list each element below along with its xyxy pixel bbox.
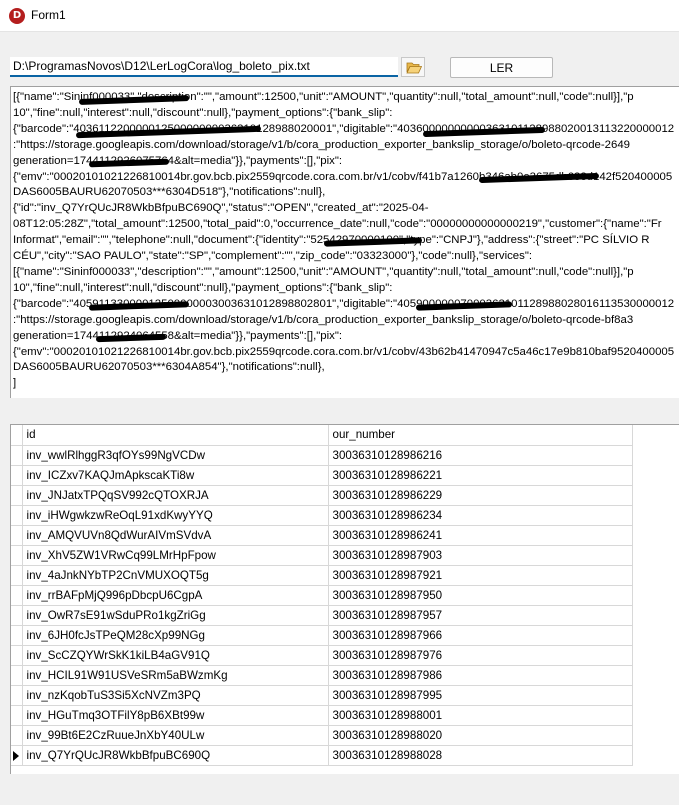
log-line: {"id":"inv_Q7YrQUcJR8WkbBfpuBC690Q","sta…: [13, 202, 429, 215]
cell-id[interactable]: inv_HCIL91W91USVeSRm5aBWzmKg: [22, 665, 329, 686]
form-window: D Form1 LER [{"name":"Sininf000033","des…: [0, 0, 679, 805]
cell-our-number[interactable]: 30036310128986234: [328, 505, 633, 526]
log-line: DAS6005BAURU62070503***6304A854"},"notif…: [13, 361, 325, 374]
file-path-input[interactable]: [10, 57, 398, 77]
read-button[interactable]: LER: [450, 57, 553, 78]
column-header-our-number[interactable]: our_number: [328, 425, 633, 446]
cell-id[interactable]: inv_6JH0fcJsTPeQM28cXp99NGg: [22, 625, 329, 646]
log-line: :"https://storage.googleapis.com/downloa…: [13, 138, 631, 151]
cell-our-number[interactable]: 30036310128986229: [328, 485, 633, 506]
cell-id[interactable]: inv_OwR7sE91wSduPRo1kgZriGg: [22, 605, 329, 626]
log-line: CÉU","city":"SAO PAULO","state":"SP","co…: [13, 250, 533, 263]
cell-id[interactable]: inv_HGuTmq3OTFilY8pB6XBt99w: [22, 705, 329, 726]
cell-our-number[interactable]: 30036310128988020: [328, 725, 633, 746]
column-header-id[interactable]: id: [22, 425, 329, 446]
cell-our-number[interactable]: 30036310128987995: [328, 685, 633, 706]
results-grid[interactable]: id our_number inv_wwlRlhggR3qfOYs99NgVCD…: [10, 424, 679, 774]
cell-our-number[interactable]: 30036310128987950: [328, 585, 633, 606]
table-row[interactable]: inv_Q7YrQUcJR8WkbBfpuBC690Q 3003631012898…: [11, 745, 633, 766]
table-row[interactable]: inv_6JH0fcJsTPeQM28cXp99NGg 3003631012898…: [11, 625, 633, 646]
row-indicator: [11, 645, 23, 666]
cell-id[interactable]: inv_JNJatxTPQqSV992cQTOXRJA: [22, 485, 329, 506]
log-memo[interactable]: [{"name":"Sininf000033","description":""…: [10, 86, 679, 398]
cell-our-number[interactable]: 30036310128987966: [328, 625, 633, 646]
log-line: 08T12:05:28Z","total_amount":12500,"tota…: [13, 218, 662, 231]
cell-our-number[interactable]: 30036310128988001: [328, 705, 633, 726]
cell-id[interactable]: inv_iHWgwkzwReOqL91xdKwyYYQ: [22, 505, 329, 526]
table-row[interactable]: inv_ICZxv7KAQJmApkscaKTi8w 30036310128986…: [11, 465, 633, 486]
table-row[interactable]: inv_wwlRlhggR3qfOYs99NgVCDw 3003631012898…: [11, 445, 633, 466]
bottom-panel: [0, 774, 679, 805]
table-row[interactable]: inv_iHWgwkzwReOqL91xdKwyYYQ 3003631012898…: [11, 505, 633, 526]
table-row[interactable]: inv_AMQVUVn8QdWurAIVmSVdvA 30036310128986…: [11, 525, 633, 546]
cell-id[interactable]: inv_AMQVUVn8QdWurAIVmSVdvA: [22, 525, 329, 546]
row-indicator: [11, 745, 23, 766]
row-indicator: [11, 705, 23, 726]
cell-our-number[interactable]: 30036310128987903: [328, 545, 633, 566]
cell-our-number[interactable]: 30036310128986221: [328, 465, 633, 486]
table-row[interactable]: inv_OwR7sE91wSduPRo1kgZriGg 3003631012898…: [11, 605, 633, 626]
table-row[interactable]: inv_nzKqobTuS3Si5XcNVZm3PQ 30036310128987…: [11, 685, 633, 706]
table-row[interactable]: inv_99Bt6E2CzRuueJnXbY40ULw 3003631012898…: [11, 725, 633, 746]
grid-header-row: id our_number: [11, 425, 633, 446]
cell-id[interactable]: inv_XhV5ZW1VRwCq99LMrHpFpow: [22, 545, 329, 566]
cell-our-number[interactable]: 30036310128987957: [328, 605, 633, 626]
row-indicator: [11, 485, 23, 506]
cell-id[interactable]: inv_nzKqobTuS3Si5XcNVZm3PQ: [22, 685, 329, 706]
log-line: DAS6005BAURU62070503***6304D518"},"notif…: [13, 186, 326, 199]
row-indicator: [11, 605, 23, 626]
results-table: id our_number inv_wwlRlhggR3qfOYs99NgVCD…: [11, 425, 633, 766]
log-line: 10","fine":null,"interest":null,"discoun…: [13, 281, 393, 294]
row-indicator: [11, 505, 23, 526]
row-indicator: [11, 565, 23, 586]
cell-id[interactable]: inv_Q7YrQUcJR8WkbBfpuBC690Q: [22, 745, 329, 766]
cell-id[interactable]: inv_rrBAFpMjQ996pDbcpU6CgpA: [22, 585, 329, 606]
log-line: ]: [13, 377, 17, 390]
cell-our-number[interactable]: 30036310128987986: [328, 665, 633, 686]
table-row[interactable]: inv_HCIL91W91USVeSRm5aBWzmKg 300363101289…: [11, 665, 633, 686]
cell-id[interactable]: inv_99Bt6E2CzRuueJnXbY40ULw: [22, 725, 329, 746]
table-row[interactable]: inv_HGuTmq3OTFilY8pB6XBt99w 3003631012898…: [11, 705, 633, 726]
table-row[interactable]: inv_JNJatxTPQqSV992cQTOXRJA 3003631012898…: [11, 485, 633, 506]
row-indicator: [11, 465, 23, 486]
cell-our-number[interactable]: 30036310128988028: [328, 745, 633, 766]
open-file-button[interactable]: [401, 57, 425, 77]
cell-our-number[interactable]: 30036310128987921: [328, 565, 633, 586]
current-row-arrow-icon: [13, 750, 19, 761]
row-indicator: [11, 665, 23, 686]
cell-id[interactable]: inv_ScCZQYWrSkK1kiLB4aGV91Q: [22, 645, 329, 666]
log-line: [{"name":"Sininf000033","description":""…: [13, 265, 634, 278]
cell-id[interactable]: inv_ICZxv7KAQJmApkscaKTi8w: [22, 465, 329, 486]
table-row[interactable]: inv_XhV5ZW1VRwCq99LMrHpFpow 3003631012898…: [11, 545, 633, 566]
cell-our-number[interactable]: 30036310128986241: [328, 525, 633, 546]
log-line: :"https://storage.googleapis.com/downloa…: [13, 313, 634, 326]
log-line: {"emv":"00020101021226810014br.gov.bcb.p…: [13, 345, 675, 358]
row-indicator: [11, 685, 23, 706]
folder-open-icon: [406, 62, 422, 74]
cell-our-number[interactable]: 30036310128986216: [328, 445, 633, 466]
window-title: Form1: [31, 8, 66, 22]
row-indicator-header: [11, 425, 23, 446]
cell-our-number[interactable]: 30036310128987976: [328, 645, 633, 666]
table-row[interactable]: inv_rrBAFpMjQ996pDbcpU6CgpA 3003631012898…: [11, 585, 633, 606]
row-indicator: [11, 545, 23, 566]
row-indicator: [11, 525, 23, 546]
splitter[interactable]: [0, 398, 679, 424]
table-row[interactable]: inv_4aJnkNYbTP2CnVMUXOQT5g 30036310128987…: [11, 565, 633, 586]
cell-id[interactable]: inv_wwlRlhggR3qfOYs99NgVCDw: [22, 445, 329, 466]
row-indicator: [11, 445, 23, 466]
log-line: 10","fine":null,"interest":null,"discoun…: [13, 106, 393, 119]
row-indicator: [11, 725, 23, 746]
cell-id[interactable]: inv_4aJnkNYbTP2CnVMUXOQT5g: [22, 565, 329, 586]
delphi-app-icon: D: [9, 8, 25, 24]
title-bar[interactable]: D Form1: [0, 0, 679, 32]
table-row[interactable]: inv_ScCZQYWrSkK1kiLB4aGV91Q 3003631012898…: [11, 645, 633, 666]
row-indicator: [11, 585, 23, 606]
row-indicator: [11, 625, 23, 646]
